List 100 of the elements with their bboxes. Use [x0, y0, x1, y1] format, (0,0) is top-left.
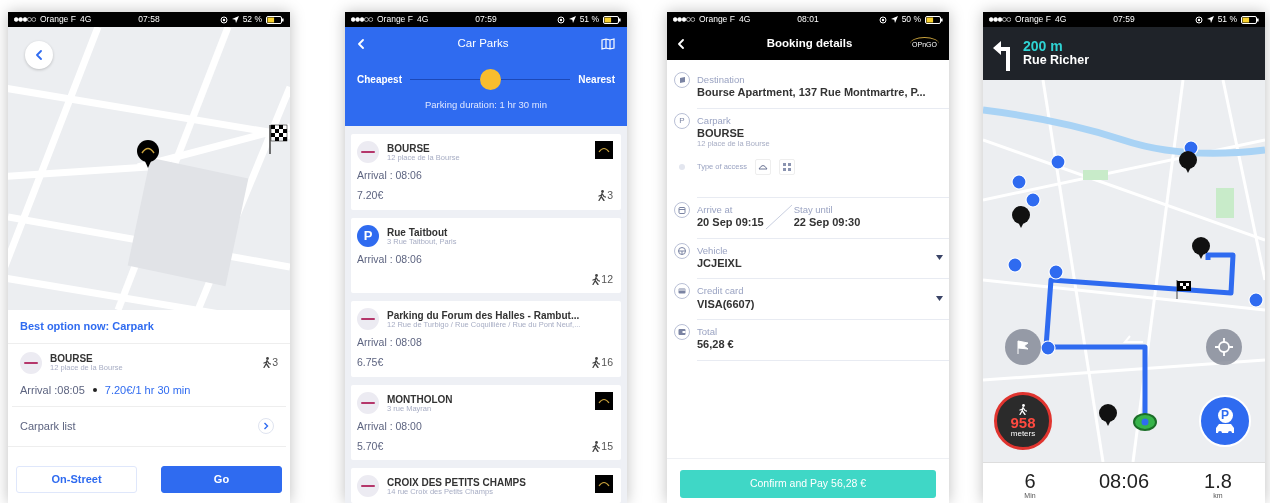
price: 7.20€ — [357, 188, 384, 203]
location-icon — [568, 16, 576, 23]
price-duration: 7.20€/1 hr 30 min — [104, 382, 191, 398]
trip-stat-value: 08:06 — [1097, 471, 1151, 491]
arrival-time: Arrival : 08:06 — [357, 168, 423, 184]
network-type: 4G — [1054, 13, 1067, 26]
timeline-dot-icon — [679, 163, 685, 170]
parking-icon: P — [357, 224, 379, 247]
price: 5.70€ — [357, 438, 384, 454]
signal-icon — [351, 17, 373, 22]
status-time: 08:01 — [797, 13, 819, 26]
lock-rotation-icon — [556, 15, 565, 24]
street-name: Rue Richer — [1023, 54, 1089, 69]
car-icon — [1214, 422, 1236, 435]
dropdown-caret-icon[interactable] — [936, 254, 943, 260]
arrival-time: Arrival :08:05 — [20, 382, 85, 398]
separator-slash-icon — [763, 203, 794, 230]
walking-icon — [592, 357, 601, 369]
dropdown-caret-icon[interactable] — [936, 295, 943, 301]
slider-thumb[interactable] — [480, 68, 502, 90]
locate-icon[interactable] — [1215, 338, 1233, 356]
location-icon — [231, 16, 239, 23]
car-park-name: BOURSE — [50, 352, 94, 364]
network-type: 4G — [738, 13, 751, 26]
signal-icon — [989, 17, 1011, 22]
carrier-name: Orange F — [377, 13, 413, 26]
screen-title: Booking details — [765, 35, 854, 51]
lock-rotation-icon — [878, 15, 887, 24]
screen-title: Car Parks — [456, 35, 510, 51]
carrier-name: Orange F — [40, 13, 76, 26]
lock-rotation-icon — [1194, 15, 1203, 24]
field-value: Bourse Apartment, 137 Rue Montmartre, P... — [697, 85, 927, 100]
battery-icon — [925, 15, 943, 24]
back-button[interactable] — [677, 38, 685, 49]
trip-stat-value: 1.8 — [1203, 471, 1233, 491]
battery-percentage: 51 % — [579, 13, 599, 26]
operator-logo — [20, 351, 42, 374]
field-label: Arrive at — [697, 203, 734, 216]
location-icon — [890, 16, 898, 23]
chevron-left-icon[interactable] — [35, 50, 43, 60]
flag-icon[interactable] — [1015, 339, 1031, 355]
walking-minutes: 3 — [272, 354, 278, 370]
field-label: Carpark — [697, 114, 732, 127]
walking-icon — [592, 440, 601, 452]
field-label: Total — [697, 326, 719, 338]
parking-duration: Parking duration: 1 hr 30 min — [424, 98, 548, 112]
field-label: Credit card — [697, 285, 745, 297]
network-type: 4G — [416, 13, 429, 26]
status-time: 07:59 — [475, 13, 497, 26]
carrier-name: Orange F — [699, 13, 735, 26]
best-option-label: Best option now: Carpark — [8, 310, 290, 344]
price: 6.75€ — [357, 355, 384, 370]
operator-logo — [357, 475, 379, 498]
map-icon[interactable] — [601, 37, 615, 50]
operator-logo — [357, 141, 379, 164]
barrier-icon — [755, 158, 772, 175]
network-type: 4G — [79, 13, 92, 26]
field-value: 22 Sep 09:30 — [793, 215, 861, 230]
car-park-pin-icon — [137, 140, 159, 168]
car-park-name: CROIX DES PETITS CHAMPS — [387, 477, 527, 489]
walking-minutes: 15 — [601, 438, 613, 454]
location-icon — [1206, 16, 1214, 23]
parking-letter: P — [1217, 407, 1233, 423]
battery-icon — [603, 15, 621, 24]
battery-percentage: 52 % — [242, 13, 262, 26]
walking-icon — [592, 273, 601, 285]
carpark-list-link[interactable]: Carpark list — [8, 407, 286, 447]
walking-minutes: 16 — [601, 355, 613, 370]
car-park-name: MONTHOLON — [387, 393, 454, 405]
battery-percentage: 50 % — [901, 13, 921, 26]
signal-icon — [673, 17, 695, 22]
car-park-name: Parking du Forum des Halles - Rambut... — [387, 310, 581, 322]
walking-icon — [1019, 404, 1027, 415]
walking-distance-unit: meters — [1010, 430, 1036, 438]
battery-icon — [1241, 15, 1259, 24]
carrier-name: Orange F — [1015, 13, 1051, 26]
slider-label-left: Cheapest — [357, 72, 402, 87]
arrival-time: Arrival : 08:00 — [357, 418, 423, 434]
field-value: 56,28 € — [697, 337, 735, 352]
status-time: 07:59 — [1113, 13, 1135, 26]
secondary-button[interactable]: On-Street — [16, 465, 137, 493]
status-time: 07:58 — [138, 13, 160, 26]
arrival-time: Arrival : 08:08 — [357, 335, 423, 351]
trip-stat-value: 6 — [1023, 471, 1037, 491]
bullet-icon — [92, 387, 97, 392]
walking-icon — [598, 190, 607, 202]
battery-icon — [266, 15, 284, 24]
walking-minutes: 12 — [601, 271, 613, 287]
car-park-name: Rue Taitbout — [387, 226, 449, 238]
field-label: Destination — [697, 74, 746, 86]
field-label: Stay until — [793, 203, 834, 216]
operator-logo — [357, 391, 379, 414]
field-value: 20 Sep 09:15 — [697, 215, 764, 230]
field-value: BOURSE — [697, 126, 746, 141]
field-value: JCJEIXL — [697, 256, 743, 271]
qr-code-icon — [779, 158, 796, 175]
arrival-time: Arrival : 08:06 — [357, 251, 423, 267]
walking-icon — [263, 357, 272, 368]
walking-minutes: 3 — [607, 188, 613, 203]
primary-button[interactable]: Go — [161, 465, 282, 493]
